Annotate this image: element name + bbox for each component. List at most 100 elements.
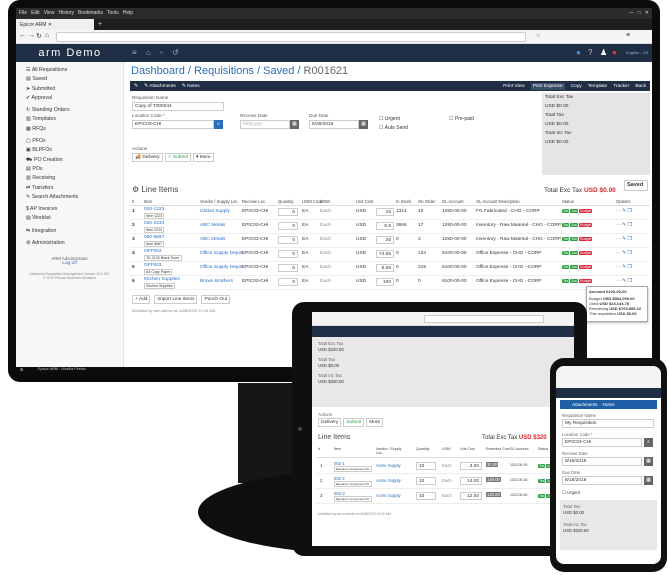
user-icon[interactable]: ♟ [600, 48, 607, 57]
close-window-button[interactable]: ✕ [645, 10, 649, 17]
reload-icon[interactable]: ↻ [36, 32, 42, 40]
copy-icon[interactable]: ❐ [628, 209, 632, 214]
more-icon[interactable]: ⋯ [616, 209, 621, 214]
browser-tab[interactable]: Epicor ARM ✕ [16, 19, 94, 30]
vendor-link[interactable]: Global Supply [200, 209, 230, 214]
notes-button[interactable]: ✎ Notes [182, 84, 200, 89]
sidebar-item-search-attachments[interactable]: ✎ Search Attachments [16, 193, 123, 202]
template-button[interactable]: Template [588, 84, 607, 89]
copy-icon[interactable]: ❐ [628, 251, 632, 256]
item-link[interactable]: 030-2234 [144, 221, 164, 226]
item-desc[interactable]: TK-3130 Black Toner [144, 255, 182, 261]
forward-arrow-icon[interactable]: → [28, 32, 35, 39]
menu-edit[interactable]: Edit [31, 10, 40, 17]
tracker-button[interactable]: Tracker [613, 84, 629, 89]
quantity-input[interactable]: 0 [278, 264, 298, 272]
vendor-link[interactable]: ABC Metals [200, 223, 225, 228]
vendor-link[interactable]: Brown Brothers [200, 279, 233, 284]
breadcrumb-saved[interactable]: Saved [263, 65, 294, 77]
phone-notes-button[interactable]: Notes [603, 402, 615, 407]
item-desc[interactable]: Item 5667 [144, 241, 164, 247]
menu-view[interactable]: View [44, 10, 55, 17]
budget-badge[interactable]: Budget [579, 209, 593, 213]
more-icon[interactable]: ⋯ [616, 223, 621, 228]
maximize-button[interactable]: □ [638, 10, 641, 17]
tablet-cost-input[interactable]: 14.00 [460, 477, 482, 485]
home-nav-icon[interactable]: ⌂ [146, 48, 151, 57]
table-row[interactable]: 2 030-2234 Item 2234 ABC Metals EPIC03-C… [130, 221, 650, 234]
tablet-table-row[interactable]: 1 002-1 Elevators Component Kit Acme Sup… [316, 460, 570, 474]
calendar-icon[interactable]: ▦ [644, 457, 653, 466]
item-link[interactable]: Kitchen Supplies [144, 277, 180, 282]
tablet-qty-input[interactable]: 10 [416, 492, 436, 500]
tablet-vendor-link[interactable]: Acme Supply [376, 463, 401, 468]
print-expense-button[interactable]: Print Expense [530, 82, 565, 90]
quantity-input[interactable]: 0 [278, 222, 298, 230]
calendar-icon[interactable]: ▦ [359, 120, 368, 129]
tablet-address-bar[interactable] [424, 315, 544, 323]
menu-history[interactable]: History [58, 10, 74, 17]
location-search-icon[interactable]: ⌕ [214, 120, 223, 129]
copy-icon[interactable]: ❐ [628, 223, 632, 228]
req-name-input[interactable]: Copy of T000044 [132, 102, 224, 111]
tablet-submit-button[interactable]: Submit [343, 418, 365, 427]
vendor-link[interactable]: ABC Metals [200, 237, 225, 242]
submit-button[interactable]: ✓ Submit [164, 153, 191, 162]
tablet-qty-input[interactable]: 10 [416, 477, 436, 485]
calendar-icon[interactable]: ▦ [644, 476, 653, 485]
tablet-delivery-button[interactable]: Delivery [318, 418, 342, 427]
edit-icon[interactable]: ✎ [134, 84, 138, 89]
copy-icon[interactable]: ❐ [628, 265, 632, 270]
breadcrumb-dashboard[interactable]: Dashboard [131, 65, 185, 77]
calendar-icon[interactable]: ▦ [290, 120, 299, 129]
sidebar-item-all-requisitions[interactable]: ☰ All Requisitions [16, 66, 123, 75]
sidebar-item-saved[interactable]: ▤ Saved [16, 75, 123, 84]
location-input[interactable]: EPIC03-CHI [132, 120, 214, 129]
budget-badge[interactable]: Budget [579, 279, 593, 283]
item-link[interactable]: OFF003 [144, 263, 162, 268]
add-line-button[interactable]: + Add [132, 295, 151, 304]
budget-badge[interactable]: Budget [579, 223, 593, 227]
phone-req-input[interactable]: My Requisition [562, 419, 654, 428]
more-icon[interactable]: ⋯ [616, 251, 621, 256]
quantity-input[interactable]: 0 [278, 278, 298, 286]
close-tab-icon[interactable]: ✕ [48, 22, 52, 28]
edit-icon[interactable]: ✎ [622, 265, 626, 270]
menu-toggle-icon[interactable]: ≡ [132, 48, 137, 57]
item-desc[interactable]: Item 2234 [144, 227, 164, 233]
sidebar-item-templates[interactable]: ▥ Templates [16, 115, 123, 124]
more-icon[interactable]: ⋯ [616, 237, 621, 242]
save-button[interactable]: Saved [624, 180, 648, 191]
edit-icon[interactable]: ✎ [622, 223, 626, 228]
phone-loc-input[interactable]: EPIC03-CHI [562, 438, 642, 447]
copy-icon[interactable]: ❐ [628, 237, 632, 242]
item-desc[interactable]: A4 Copy Paper [144, 269, 173, 275]
sidebar-item-blpfos[interactable]: ▣ BLPFOs [16, 146, 123, 155]
windows-start-icon[interactable]: ⊞ [20, 367, 23, 372]
bookmark-star-icon[interactable]: ☆ [536, 33, 540, 39]
quantity-input[interactable]: 0 [278, 250, 298, 258]
new-tab-icon[interactable]: + [98, 21, 102, 28]
history-icon[interactable]: ↺ [172, 48, 179, 57]
sidebar-item-integration[interactable]: ⇆ Integration [16, 227, 123, 236]
browser-menu-icon[interactable]: ≡ [626, 32, 630, 39]
sidebar-item-ap-invoices[interactable]: $ AP Invoices [16, 205, 123, 214]
copy-button[interactable]: Copy [571, 84, 582, 89]
tablet-qty-input[interactable]: 10 [416, 462, 436, 470]
more-icon[interactable]: ⋯ [616, 279, 621, 284]
sidebar-item-pos[interactable]: ▤ POs [16, 165, 123, 174]
tablet-table-row[interactable]: 2 002-2 Elevators Component Kit Acme Sup… [316, 475, 570, 489]
punchout-button[interactable]: Punch Out [201, 295, 231, 304]
edit-icon[interactable]: ✎ [622, 209, 626, 214]
tablet-item-desc[interactable]: Elevators Component Kit [334, 496, 372, 502]
back-button[interactable]: Back [635, 84, 646, 89]
item-desc[interactable]: Item 1223 [144, 213, 164, 219]
menu-bookmarks[interactable]: Bookmarks [78, 10, 103, 17]
notification-icon[interactable]: ● [612, 48, 617, 57]
more-button[interactable]: ▾ More [192, 153, 214, 162]
sidebar-item-worklist[interactable]: ▤ Worklist [16, 214, 123, 223]
prepaid-checkbox[interactable]: ☐ Pre-paid [449, 116, 474, 122]
info-icon[interactable]: ● [576, 48, 581, 57]
phone-urgent-checkbox[interactable]: ☐ Urgent [562, 490, 580, 496]
autosend-checkbox[interactable]: ☐ Auto Send [379, 125, 408, 131]
